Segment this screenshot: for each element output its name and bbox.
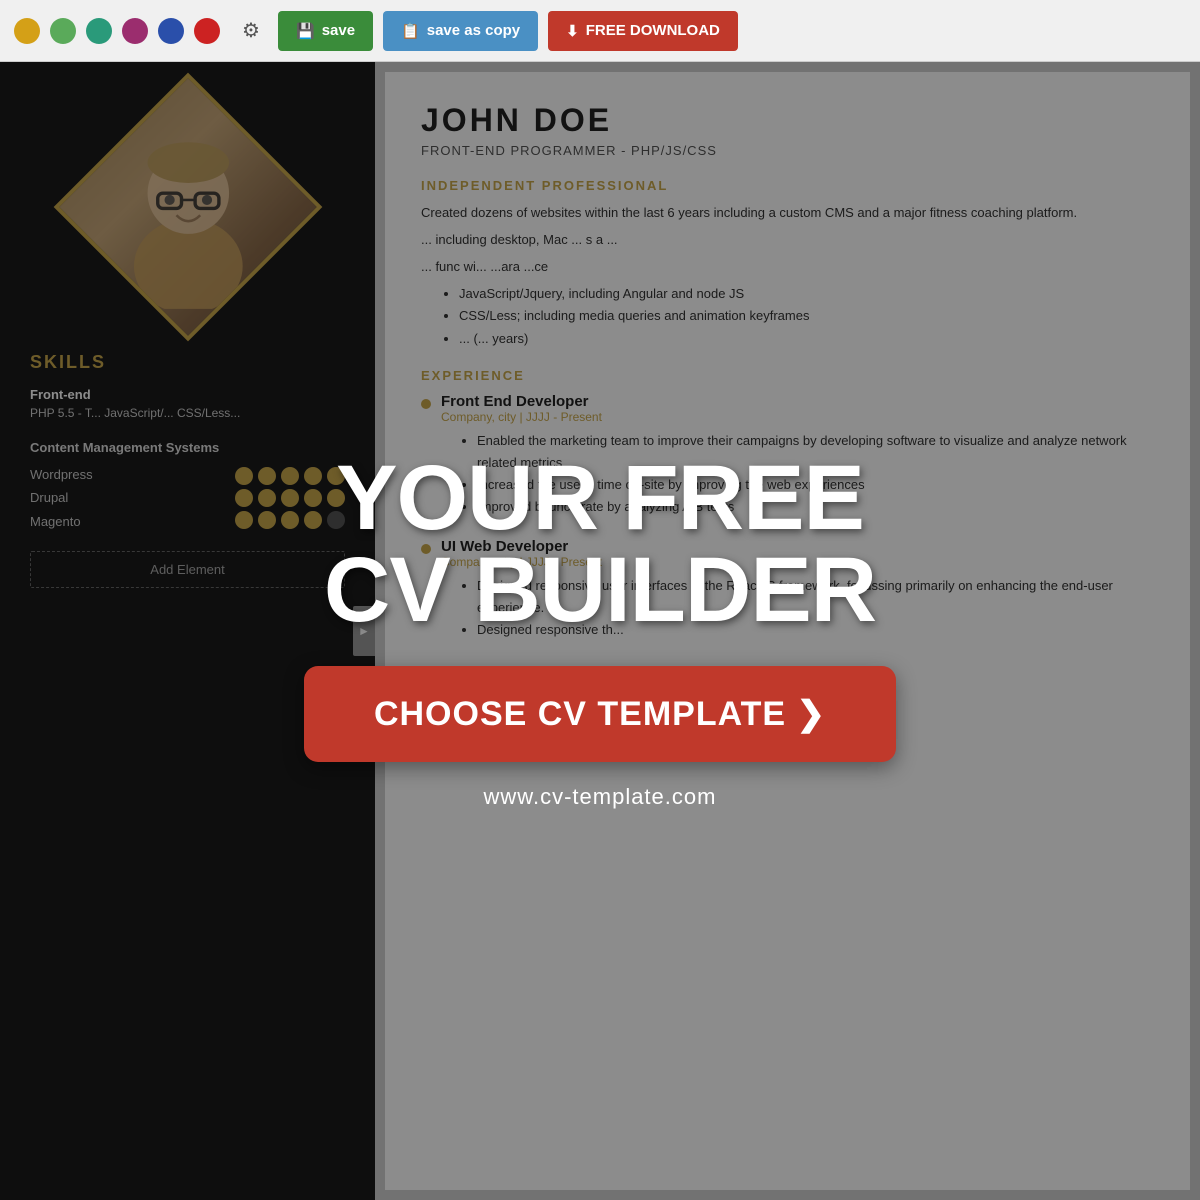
save-button[interactable]: 💾 save [278, 11, 373, 51]
save-copy-label: save as copy [427, 22, 520, 39]
save-label: save [322, 22, 355, 39]
color-dot-purple[interactable] [122, 18, 148, 44]
toolbar: ⚙ 💾 save 📋 save as copy ⬇ FREE DOWNLOAD [0, 0, 1200, 62]
gear-icon: ⚙ [242, 18, 260, 43]
download-button[interactable]: ⬇ FREE DOWNLOAD [548, 11, 738, 51]
download-label: FREE DOWNLOAD [586, 22, 720, 39]
overlay-headline-line1: YOUR FREE [336, 447, 864, 549]
copy-icon: 📋 [401, 22, 420, 40]
overlay-headline-line2: CV BUILDER [324, 539, 876, 641]
overlay-headline: YOUR FREE CV BUILDER [324, 452, 876, 636]
main-content: SKILLS Front-end PHP 5.5 - T... JavaScri… [0, 62, 1200, 1200]
download-icon: ⬇ [566, 22, 579, 40]
overlay-website-url: www.cv-template.com [484, 784, 717, 810]
color-dot-blue[interactable] [158, 18, 184, 44]
color-dot-teal[interactable] [86, 18, 112, 44]
save-icon: 💾 [296, 22, 315, 40]
settings-button[interactable]: ⚙ [234, 14, 268, 48]
save-copy-button[interactable]: 📋 save as copy [383, 11, 538, 51]
color-dot-yellow[interactable] [14, 18, 40, 44]
color-dot-green[interactable] [50, 18, 76, 44]
color-dot-red[interactable] [194, 18, 220, 44]
choose-template-button[interactable]: CHOOSE CV TEMPLATE ❯ [304, 666, 896, 762]
promo-overlay: YOUR FREE CV BUILDER CHOOSE CV TEMPLATE … [0, 62, 1200, 1200]
